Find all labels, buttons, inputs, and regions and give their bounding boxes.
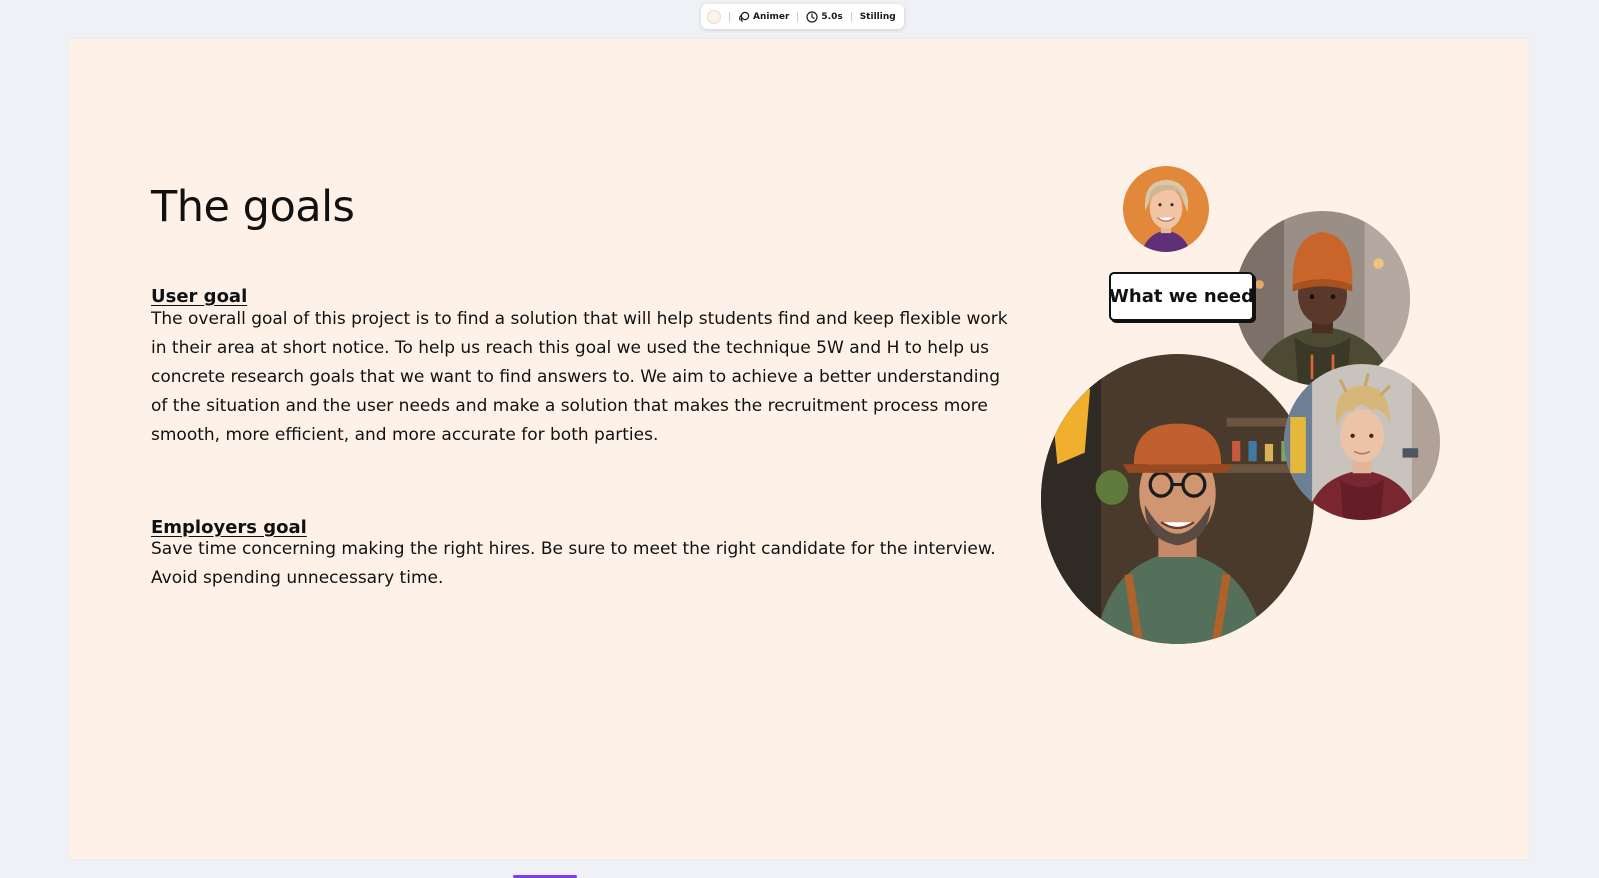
toolbar-divider [797,11,799,22]
position-button[interactable]: Stilling [860,12,896,22]
employers-goal-text[interactable]: Save time concerning making the right hi… [151,535,1013,593]
bearded-man-portrait-photo[interactable] [1041,354,1314,644]
color-swatch-button[interactable] [707,9,721,24]
animate-icon [738,11,750,23]
teen-portrait-photo[interactable] [1235,211,1410,386]
element-toolbar: Animer 5.0s Stilling [701,4,904,29]
blond-young-man-portrait-photo[interactable] [1284,364,1440,520]
position-label: Stilling [859,11,896,22]
slide-canvas[interactable]: The goals User goal The overall goal of … [69,39,1529,859]
clock-icon [806,10,818,23]
animate-button[interactable]: Animer [738,11,789,23]
toolbar-divider [850,11,852,22]
toolbar-divider [729,11,730,22]
animate-label: Animer [753,11,790,22]
woman-portrait-photo[interactable] [1123,166,1209,252]
user-goal-text[interactable]: The overall goal of this project is to f… [151,305,1013,450]
duration-label: 5.0s [821,11,843,22]
what-we-need-badge[interactable]: What we need [1109,272,1254,321]
slide-title[interactable]: The goals [151,182,355,232]
user-goal-heading[interactable]: User goal [151,286,247,307]
duration-button[interactable]: 5.0s [806,10,843,23]
